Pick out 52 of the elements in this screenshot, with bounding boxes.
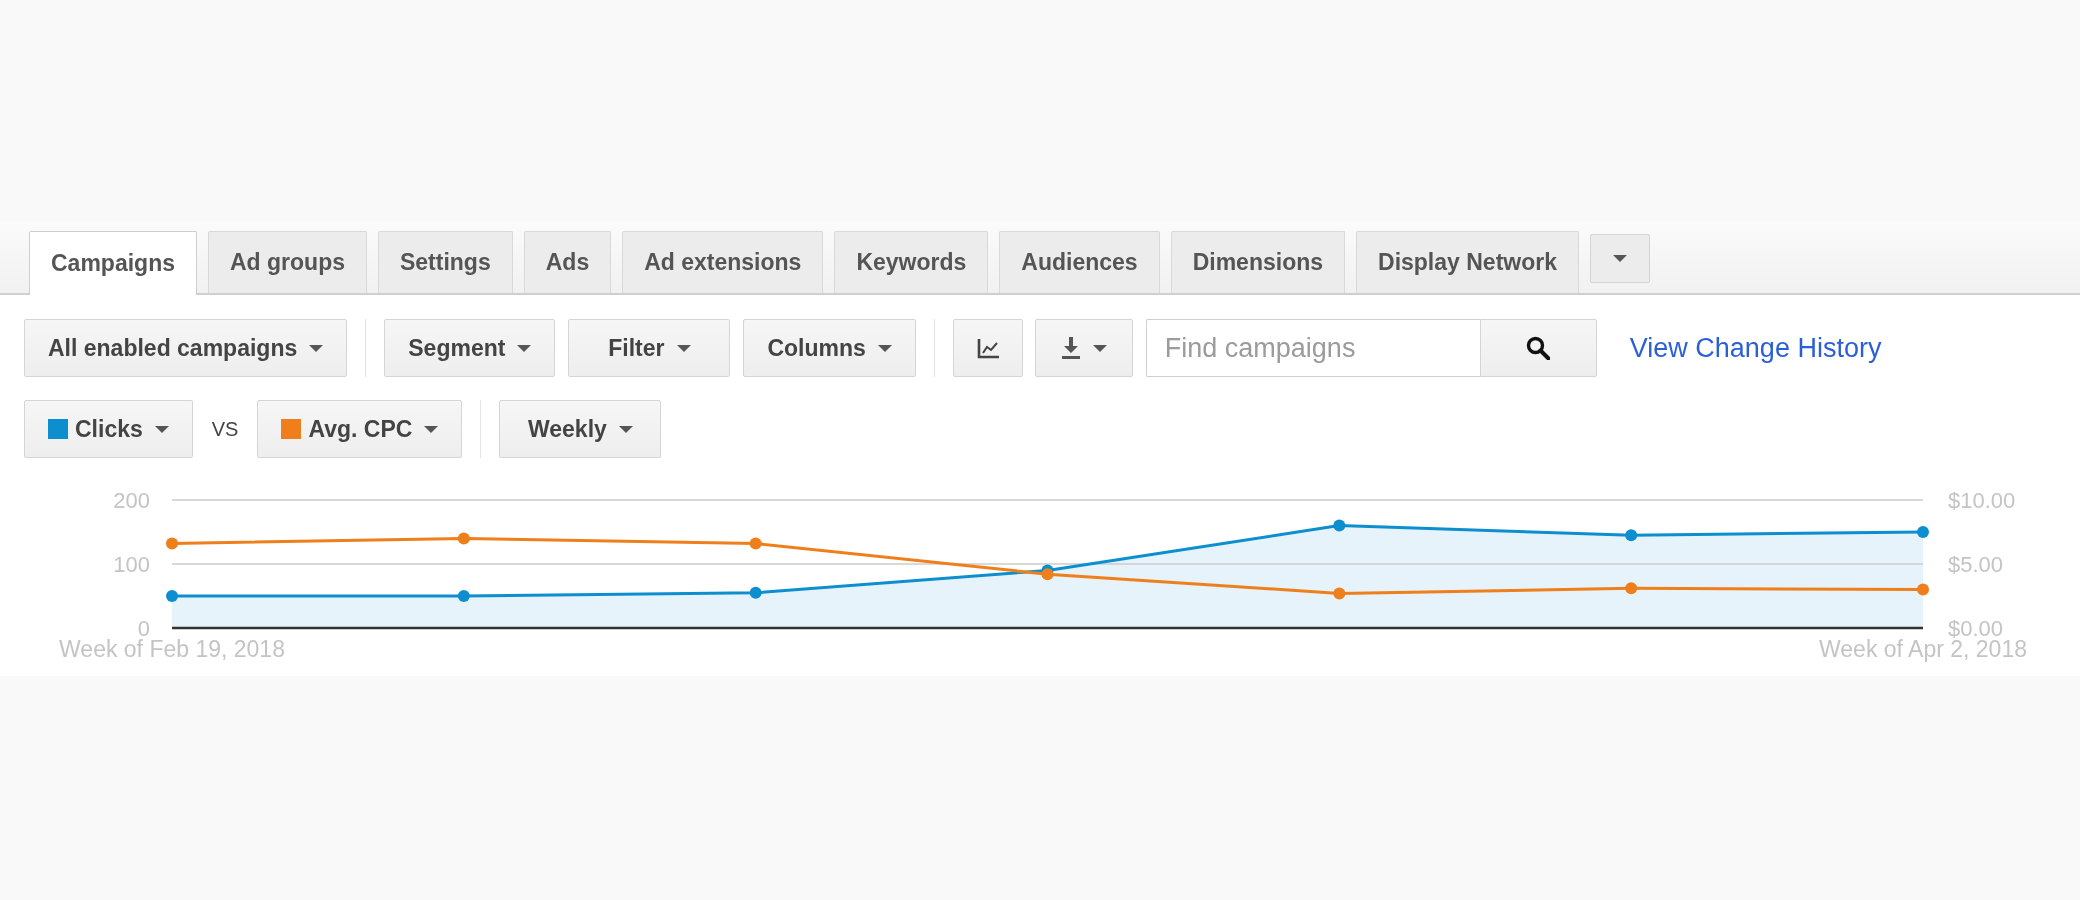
metric-dropdown[interactable]: Avg. CPC: [257, 400, 463, 458]
data-point: [749, 537, 762, 550]
data-point: [1917, 583, 1929, 596]
caret-icon: [676, 344, 691, 352]
menu-dropdown[interactable]: Columns: [743, 319, 916, 377]
axis-label: 200: [113, 487, 150, 513]
data-point: [1625, 529, 1638, 542]
axis-label: $10.00: [1948, 487, 2016, 513]
tab[interactable]: Display Network: [1356, 231, 1579, 293]
axis-label: $5.00: [1948, 551, 2004, 577]
caret-icon: [1613, 255, 1627, 262]
data-point: [1625, 582, 1638, 595]
data-point: [457, 590, 470, 602]
menu-dropdown[interactable]: Filter: [568, 319, 731, 377]
tab[interactable]: Keywords: [834, 231, 989, 293]
caret-icon: [309, 344, 324, 352]
chart-toggle-button[interactable]: [952, 319, 1023, 377]
search-button[interactable]: [1479, 319, 1597, 377]
data-point: [457, 532, 470, 545]
tab[interactable]: Audiences: [999, 231, 1160, 293]
caret-icon: [517, 344, 532, 352]
axis-label: Week of Feb 19, 2018: [59, 636, 285, 662]
search-field[interactable]: Find campaigns: [1145, 319, 1480, 377]
line-chart-icon: [976, 337, 999, 359]
data-point: [749, 586, 762, 599]
axis-label: 100: [113, 551, 150, 577]
caret-icon: [154, 425, 169, 433]
tab[interactable]: Dimensions: [1170, 231, 1346, 293]
download-button[interactable]: [1034, 319, 1133, 377]
tab[interactable]: Ads: [523, 231, 612, 293]
campaign-filter-dropdown[interactable]: All enabled campaigns: [24, 319, 348, 377]
caret-icon: [424, 425, 439, 433]
change-history-link[interactable]: View Change History: [1629, 332, 1882, 364]
data-point: [1917, 526, 1929, 538]
metric-dropdown[interactable]: Clicks: [24, 400, 193, 458]
data-point: [1333, 519, 1346, 532]
data-point: [166, 537, 178, 550]
search-icon: [1526, 336, 1551, 360]
period-dropdown[interactable]: Weekly: [499, 400, 662, 458]
tab[interactable]: Settings: [378, 231, 513, 293]
tab[interactable]: Campaigns: [29, 231, 197, 295]
data-point: [1333, 587, 1346, 600]
caret-icon: [1092, 344, 1107, 352]
data-point: [1041, 568, 1054, 581]
caret-icon: [618, 425, 633, 433]
comparison-label: VS: [211, 417, 239, 441]
menu-dropdown[interactable]: Segment: [384, 319, 556, 377]
tab[interactable]: Ad extensions: [622, 231, 824, 293]
caret-icon: [877, 344, 892, 352]
tab[interactable]: Ad groups: [208, 231, 367, 293]
data-point: [166, 590, 178, 602]
download-icon: [1060, 337, 1081, 359]
